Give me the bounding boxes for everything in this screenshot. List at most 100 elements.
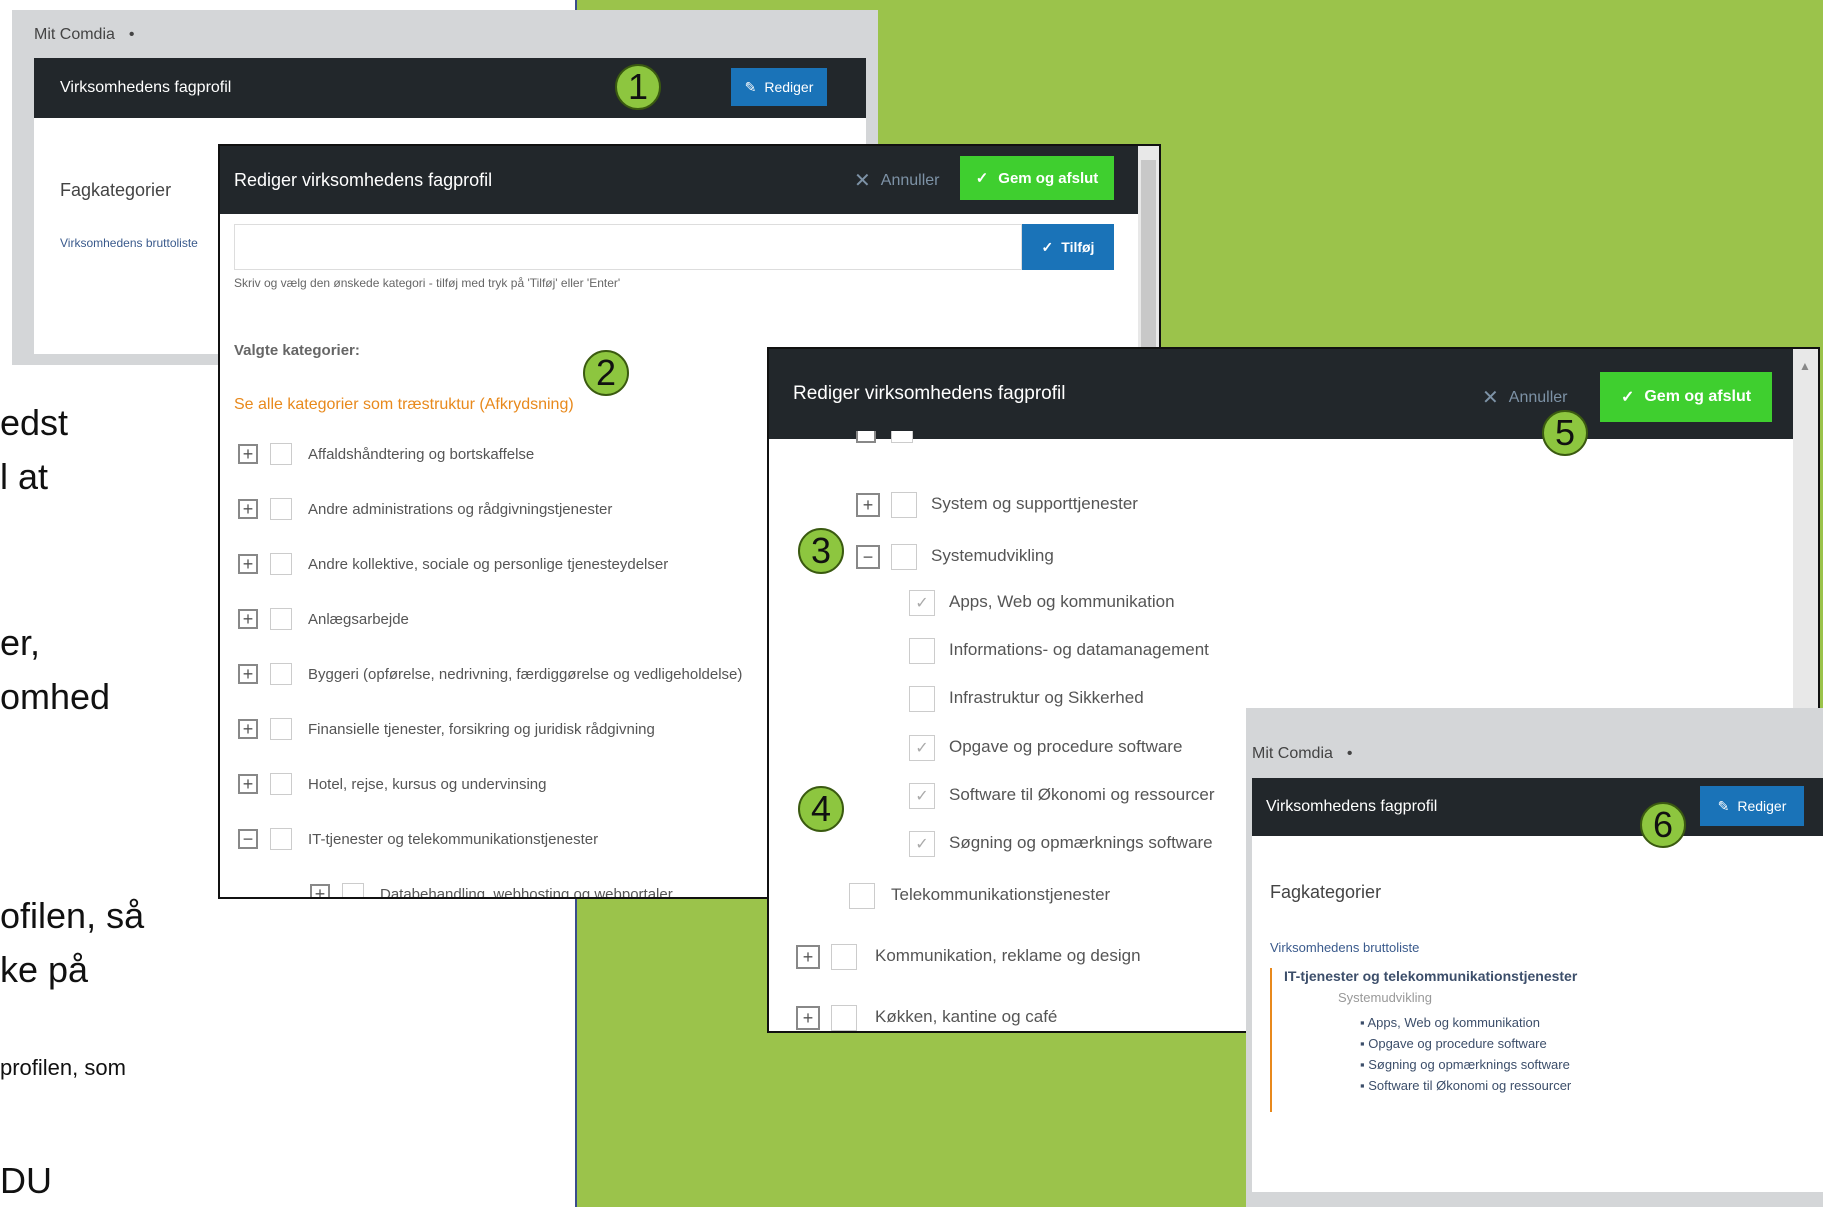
breadcrumb: Mit Comdia • (1252, 745, 1353, 763)
category-label: Hotel, rejse, kursus og undervinsing (308, 776, 547, 793)
tree-view-link[interactable]: Se alle kategorier som træstruktur (Afkr… (234, 396, 574, 414)
category-label: Anlægsarbejde (308, 611, 409, 628)
tree-item-label: Telekommunikationstjenester (891, 885, 1111, 904)
category-label: Andre administrations og rådgivningstjen… (308, 501, 613, 518)
modal-title: Rediger virksomhedens fagprofil (234, 169, 493, 190)
checkbox-icon[interactable] (270, 498, 292, 520)
selected-items-list: ▪ Apps, Web og kommunikation ▪ Opgave og… (1360, 1012, 1571, 1096)
checkbox-icon[interactable] (270, 718, 292, 740)
checkbox-icon[interactable] (270, 553, 292, 575)
step-badge-6: 6 (1640, 802, 1686, 848)
bruttoliste-link[interactable]: Virksomhedens bruttoliste (1270, 940, 1419, 955)
card-title: Virksomhedens fagprofil (1266, 798, 1438, 815)
tree-item-label: Opgave og procedure software (949, 737, 1183, 756)
background-text: l at (0, 456, 49, 497)
subcategory-name: Systemudvikling (1338, 990, 1432, 1005)
tree-item-label: Infrastruktur og Sikkerhed (949, 688, 1144, 707)
checkbox-icon[interactable] (849, 883, 875, 909)
scroll-up-icon[interactable]: ▲ (1799, 359, 1811, 373)
category-label: Finansielle tjenester, forsikring og jur… (308, 721, 655, 738)
checkbox-icon[interactable] (270, 663, 292, 685)
checkbox-icon[interactable] (270, 608, 292, 630)
cancel-button[interactable]: ✕ Annuller (1482, 385, 1567, 410)
step-badge-4: 4 (798, 786, 844, 832)
plus-box-icon[interactable]: + (238, 664, 258, 684)
tree-item-label: Systemudvikling (931, 546, 1054, 565)
tree-item-label: Software til Økonomi og ressourcer (949, 785, 1215, 804)
tree-item-label: System og supporttjenester (931, 494, 1138, 513)
checkbox-icon[interactable] (270, 443, 292, 465)
checkbox-icon[interactable] (891, 431, 913, 443)
check-icon: ✓ (1620, 389, 1635, 406)
plus-box-icon[interactable]: + (238, 609, 258, 629)
plus-box-icon[interactable]: + (238, 719, 258, 739)
list-item: ▪ Software til Økonomi og ressourcer (1360, 1078, 1572, 1093)
background-text: omhed (0, 676, 111, 717)
checkbox-checked-icon[interactable]: ✓ (909, 590, 935, 616)
close-icon: ✕ (854, 170, 871, 192)
step-badge-2: 2 (583, 350, 629, 396)
breadcrumb-link[interactable]: Mit Comdia (1252, 745, 1333, 763)
checkbox-checked-icon[interactable]: ✓ (909, 783, 935, 809)
tree-item-label: Køkken, kantine og café (875, 1007, 1058, 1026)
plus-box-icon[interactable]: + (238, 499, 258, 519)
background-text: er, (0, 622, 41, 663)
checkbox-icon[interactable] (909, 686, 935, 712)
step-badge-1: 1 (615, 64, 661, 110)
checkbox-icon[interactable] (909, 638, 935, 664)
breadcrumb-separator: • (128, 26, 135, 43)
add-button[interactable]: ✓ Tilføj (1022, 224, 1114, 270)
plus-box-icon[interactable]: + (238, 554, 258, 574)
minus-box-icon[interactable]: − (856, 545, 880, 569)
edit-button[interactable]: ✎ Rediger (1700, 786, 1804, 826)
section-title: Fagkategorier (1270, 882, 1382, 902)
list-item: ▪ Søgning og opmærknings software (1360, 1057, 1570, 1072)
breadcrumb-link[interactable]: Mit Comdia (34, 26, 115, 44)
save-button[interactable]: ✓ Gem og afslut (1600, 372, 1772, 422)
profile-card: Virksomhedens fagprofil ✎ Rediger Fagkat… (1252, 778, 1823, 1192)
edit-icon: ✎ (744, 78, 757, 95)
plus-box-icon[interactable]: + (796, 1006, 820, 1030)
background-text: edst (0, 402, 69, 443)
scrollbar-thumb[interactable] (1141, 160, 1156, 360)
plus-box-icon[interactable]: + (310, 884, 330, 897)
checkbox-icon[interactable] (270, 828, 292, 850)
cancel-button[interactable]: ✕ Annuller (854, 168, 939, 193)
tree-item-label: Informations- og datamanagement (949, 640, 1209, 659)
minus-box-icon[interactable]: − (238, 829, 258, 849)
step-badge-5: 5 (1542, 410, 1588, 456)
breadcrumb: Mit Comdia • (34, 26, 135, 44)
checkbox-icon[interactable] (831, 944, 857, 970)
edit-button[interactable]: ✎ Rediger (731, 68, 827, 106)
list-item: ▪ Opgave og procedure software (1360, 1036, 1547, 1051)
checkbox-checked-icon[interactable]: ✓ (909, 735, 935, 761)
tree-item-label: Søgning og opmærknings software (949, 833, 1213, 852)
tree-item-label: Apps, Web og kommunikation (949, 592, 1175, 611)
category-search-input[interactable] (234, 224, 1022, 270)
breadcrumb-separator: • (1346, 745, 1353, 762)
plus-box-icon[interactable]: + (856, 493, 880, 517)
checkbox-icon[interactable] (831, 1005, 857, 1031)
plus-box-icon[interactable]: + (238, 774, 258, 794)
checkbox-icon[interactable] (891, 492, 917, 518)
modal-title: Rediger virksomhedens fagprofil (793, 383, 1066, 404)
close-icon: ✕ (1482, 387, 1499, 409)
plus-box-icon[interactable]: + (796, 945, 820, 969)
checkbox-icon[interactable] (270, 773, 292, 795)
category-label: Affaldshåndtering og bortskaffelse (308, 446, 535, 463)
selected-label: Valgte kategorier: (234, 342, 360, 359)
category-label: Andre kollektive, sociale og personlige … (308, 556, 669, 573)
plus-box-icon[interactable]: + (238, 444, 258, 464)
background-text: DU (0, 1160, 52, 1201)
background-text: ofilen, så (0, 895, 145, 936)
checkbox-icon[interactable] (891, 544, 917, 570)
background-text: profilen, som (0, 1055, 126, 1080)
checkbox-checked-icon[interactable]: ✓ (909, 831, 935, 857)
checkbox-icon[interactable] (342, 883, 364, 897)
section-title: Fagkategorier (60, 180, 172, 200)
check-icon: ✓ (975, 170, 989, 187)
save-button[interactable]: ✓ Gem og afslut (960, 156, 1114, 200)
profile-panel-6: Mit Comdia • Virksomhedens fagprofil ✎ R… (1246, 708, 1823, 1207)
bruttoliste-link[interactable]: Virksomhedens bruttoliste (60, 236, 198, 250)
plus-box-icon[interactable] (856, 431, 876, 443)
